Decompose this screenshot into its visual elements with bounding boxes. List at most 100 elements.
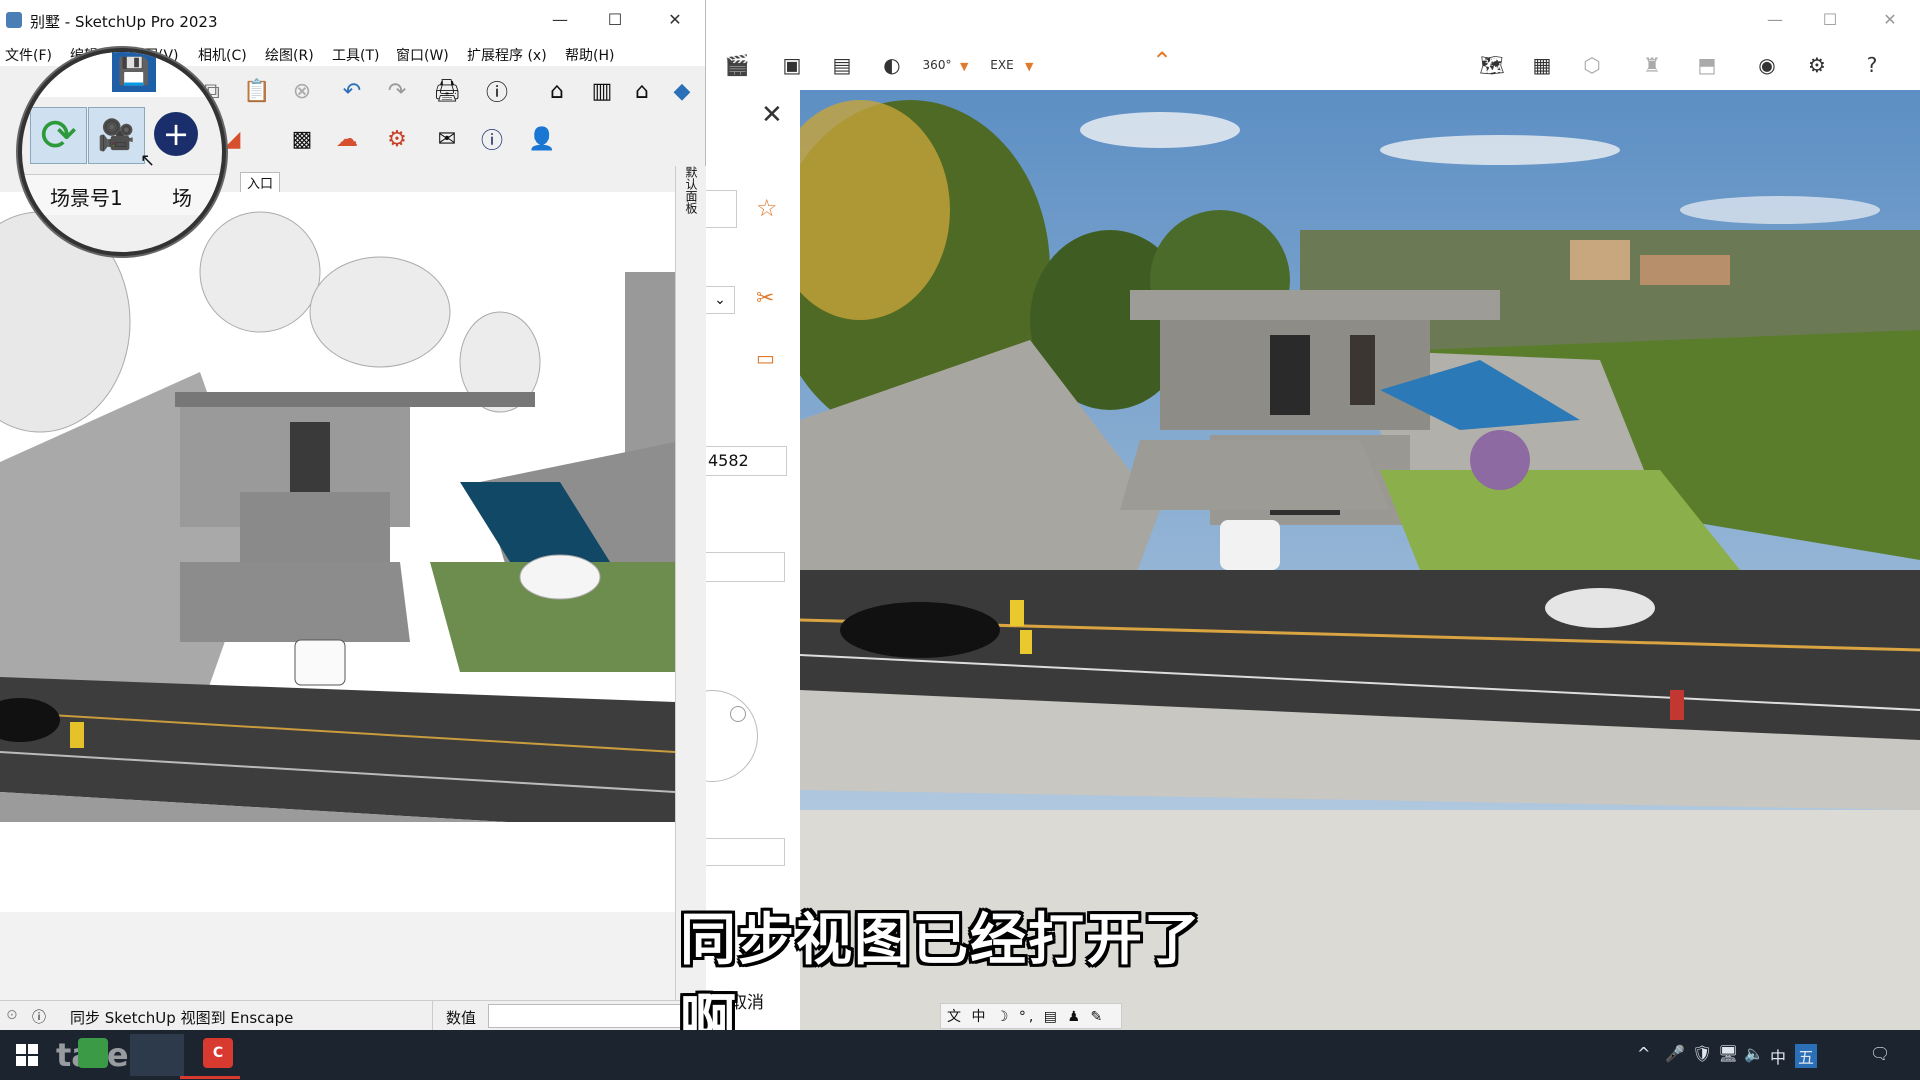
unlink-icon[interactable]: ✂ xyxy=(756,286,774,311)
close-button[interactable]: ✕ xyxy=(660,8,690,32)
input-language[interactable]: 中 xyxy=(1770,1044,1786,1068)
ime-toolbar[interactable]: ⽂ 中 ☽ °, ▤ ♟ ✎ xyxy=(940,1003,1122,1029)
windows-start-icon[interactable] xyxy=(16,1044,38,1066)
menu-extensions[interactable]: 扩展程序 (x) xyxy=(467,45,547,65)
export-exe-icon[interactable]: EXE xyxy=(985,48,1019,82)
text-field[interactable] xyxy=(706,190,737,228)
network-icon[interactable]: 🖥 xyxy=(1718,1044,1738,1063)
credits-icon[interactable]: ⓘ xyxy=(32,1007,46,1027)
save-icon[interactable]: 💾 xyxy=(112,52,156,92)
number-field[interactable]: 4582 xyxy=(706,446,787,476)
web-standalone-icon[interactable]: ◐ xyxy=(875,48,909,82)
account-icon[interactable]: 👤 xyxy=(525,122,559,156)
upload-icon[interactable]: ☁ xyxy=(330,122,364,156)
status-bar: ⊙ ⓘ 同步 SketchUp 视图到 Enscape 数值 xyxy=(0,1000,705,1031)
menu-help[interactable]: 帮助(H) xyxy=(565,45,614,65)
enscape-side-panel: ✕ ☆ ⌄ ✂ ▭ 4582 取消 xyxy=(666,90,801,1030)
window-title: 别墅 - SketchUp Pro 2023 xyxy=(30,13,218,31)
close-button[interactable]: ✕ xyxy=(1875,8,1905,32)
render-scene-image xyxy=(800,90,1920,1030)
maximize-button[interactable]: ☐ xyxy=(600,8,630,32)
sync-view-icon[interactable]: 🎥 xyxy=(88,107,145,164)
ime-glyphs: ⽂ 中 ☽ °, ▤ ♟ ✎ xyxy=(947,1009,1106,1025)
minimize-button[interactable]: — xyxy=(545,8,575,32)
model-info-icon[interactable]: ⓘ xyxy=(480,74,514,108)
close-icon[interactable]: ✕ xyxy=(761,100,783,130)
add-icon[interactable]: + xyxy=(154,112,198,156)
taskbar: tafe.cc C ^ 🎤 🛡 🖥 🔈 中 五 🗨 xyxy=(0,1030,1920,1080)
help-icon[interactable]: ? xyxy=(1855,48,1889,82)
warehouse-icon[interactable]: ⌂ xyxy=(540,74,574,108)
ime-mode[interactable]: 五 xyxy=(1795,1044,1818,1068)
undo-icon[interactable]: ↶ xyxy=(335,74,369,108)
maximize-button[interactable]: ☐ xyxy=(1815,8,1845,32)
layout-icon[interactable]: ◆ xyxy=(665,74,699,108)
clapper-icon[interactable]: 🎬 xyxy=(720,48,754,82)
collapse-up-icon[interactable]: ⌃ xyxy=(1145,44,1179,78)
people-icon[interactable]: ♜ xyxy=(1635,48,1669,82)
menu-window[interactable]: 窗口(W) xyxy=(396,45,449,65)
menu-tools[interactable]: 工具(T) xyxy=(332,45,379,65)
chevron-down-icon[interactable]: ▼ xyxy=(960,60,968,73)
mouse-cursor-icon: ↖ xyxy=(140,150,156,171)
render-viewport[interactable] xyxy=(800,90,1920,1030)
app-active-slot[interactable] xyxy=(130,1034,184,1076)
menu-draw[interactable]: 绘图(R) xyxy=(265,45,314,65)
tab-scene-1[interactable]: 场景号1 xyxy=(50,182,123,211)
settings-gear-icon[interactable]: ⚙ xyxy=(1800,48,1834,82)
tray-expand-icon[interactable]: ^ xyxy=(1637,1044,1650,1063)
dropdown[interactable]: ⌄ xyxy=(706,286,735,314)
enscape-titlebar: — ☐ ✕ xyxy=(705,0,1920,40)
book-icon[interactable]: ▥ xyxy=(585,74,619,108)
magnifier-overlay: 💾 ⟳ 🎥 + 场景号1 场 ↖ xyxy=(18,48,226,256)
asset-library-icon[interactable]: ▦ xyxy=(1525,48,1559,82)
chevron-down-icon[interactable]: ▼ xyxy=(1025,60,1033,73)
enscape-toolbar: 🎬 ▣ ▤ ◐ 360° ▼ EXE ▼ ⌃ 🗺 ▦ ⬡ ♜ ⬒ ◉ ⚙ ? xyxy=(705,40,1920,90)
sketchup-logo-icon xyxy=(6,12,22,28)
map-icon[interactable]: 🗺 xyxy=(1475,48,1509,82)
batch-render-icon[interactable]: ▤ xyxy=(825,48,859,82)
default-tray-label: 默认面板 xyxy=(684,166,698,214)
sketchup-titlebar: 别墅 - SketchUp Pro 2023 — ☐ ✕ xyxy=(0,0,705,42)
microphone-icon[interactable]: 🎤 xyxy=(1665,1044,1685,1063)
app-red-icon[interactable]: C xyxy=(203,1038,233,1068)
video-subtitle: 同步视图已经打开了啊 xyxy=(680,908,1202,1054)
paste-icon[interactable]: 📋 xyxy=(240,74,274,108)
material-icon[interactable]: ⬒ xyxy=(1690,48,1724,82)
geo-location-icon[interactable]: ⊙ xyxy=(6,1007,18,1023)
text-field[interactable] xyxy=(706,838,785,866)
value-input[interactable] xyxy=(488,1004,685,1028)
enscape-window: — ☐ ✕ 🎬 ▣ ▤ ◐ 360° ▼ EXE ▼ ⌃ 🗺 ▦ ⬡ ♜ ⬒ ◉… xyxy=(666,0,1920,1030)
app-green-icon[interactable] xyxy=(78,1038,108,1068)
model-view-image xyxy=(0,192,675,1000)
visibility-icon[interactable]: ◉ xyxy=(1750,48,1784,82)
cube-icon[interactable]: ⬡ xyxy=(1575,48,1609,82)
sync-refresh-icon[interactable]: ⟳ xyxy=(30,107,87,164)
redo-icon[interactable]: ↷ xyxy=(380,74,414,108)
text-field[interactable] xyxy=(706,552,785,582)
minimize-button[interactable]: — xyxy=(1760,8,1790,32)
notifications-icon[interactable]: 🗨 xyxy=(1870,1044,1890,1063)
sketchup-viewport[interactable] xyxy=(0,192,675,1000)
dial-handle[interactable] xyxy=(730,706,746,722)
panorama-360-icon[interactable]: 360° xyxy=(920,48,954,82)
tab-scene-2[interactable]: 场 xyxy=(172,182,192,211)
value-label: 数值 xyxy=(446,1009,477,1027)
tab-entrance[interactable]: 入口 xyxy=(240,172,281,193)
comment-icon[interactable]: ▭ xyxy=(756,346,775,370)
screenshot-icon[interactable]: ▣ xyxy=(775,48,809,82)
mail-icon[interactable]: ✉ xyxy=(430,122,464,156)
default-tray[interactable]: 默认面板 xyxy=(675,166,706,1000)
volume-icon[interactable]: 🔈 xyxy=(1744,1044,1764,1063)
house-icon[interactable]: ⌂ xyxy=(625,74,659,108)
print-icon[interactable]: 🖨 xyxy=(430,74,464,108)
checker-icon[interactable]: ▩ xyxy=(285,122,319,156)
erase-icon[interactable]: ⊗ xyxy=(285,74,319,108)
security-shield-icon[interactable]: 🛡 xyxy=(1692,1044,1712,1063)
info-icon[interactable]: ⓘ xyxy=(475,122,509,156)
status-text: 同步 SketchUp 视图到 Enscape xyxy=(70,1009,294,1027)
settings-gear-icon[interactable]: ⚙ xyxy=(380,122,414,156)
status-divider xyxy=(432,1001,433,1031)
active-indicator xyxy=(180,1076,240,1079)
star-icon[interactable]: ☆ xyxy=(756,194,778,222)
